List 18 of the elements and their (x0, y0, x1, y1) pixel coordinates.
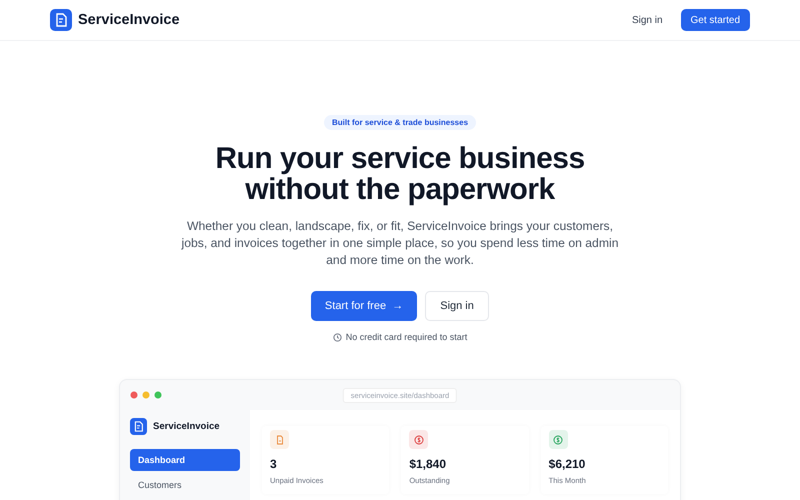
logo-icon (130, 418, 147, 435)
brand-name: ServiceInvoice (153, 421, 220, 432)
get-started-button[interactable]: Get started (680, 9, 750, 31)
hero-description: Whether you clean, landscape, fix, or fit, ServiceInvoice brings your customers, jobs, and invoices together in one simple place, so you spend less time on admin and more time on the work. (180, 218, 620, 269)
stat-value: 3 (270, 457, 278, 471)
no-card-note: No credit card required to start (346, 332, 468, 342)
start-button[interactable]: Start for free → (310, 291, 418, 321)
sidebar-item[interactable]: Customers (130, 474, 240, 496)
sidebar-item[interactable]: Dashboard (130, 449, 240, 471)
tagline-badge: Built for service & trade businesses (324, 115, 476, 130)
logo-icon (50, 9, 72, 31)
brand-name: ServiceInvoice (78, 12, 180, 28)
clock-icon (332, 332, 342, 342)
hero-heading: Run your service business without the paperwork (215, 143, 585, 205)
sign-in-link[interactable]: Sign in (632, 14, 663, 26)
sign-in-button[interactable]: Sign in (425, 291, 490, 321)
stat-value: $1,840 (409, 457, 448, 471)
stat-value: $6,210 (548, 457, 586, 471)
